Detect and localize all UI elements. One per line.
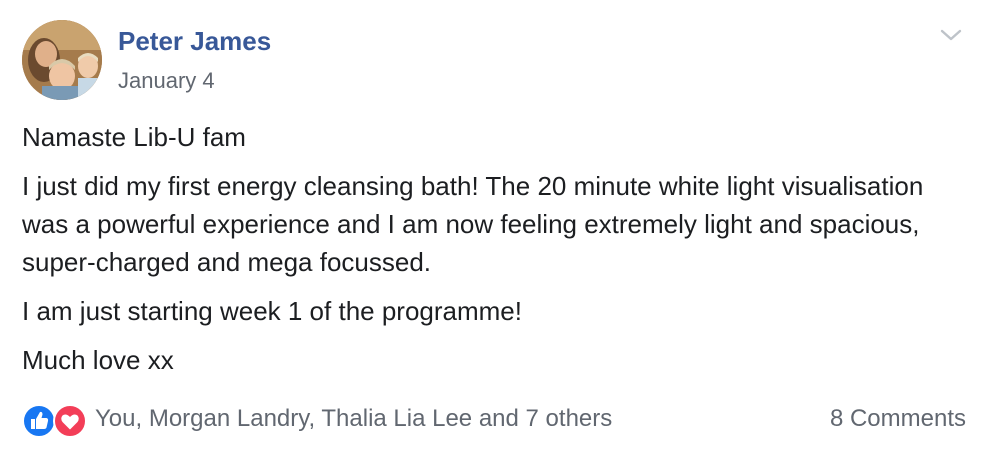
post-date[interactable]: January 4 [118, 68, 215, 94]
avatar-photo [22, 20, 102, 100]
post-footer: You, Morgan Landry, Thalia Lia Lee and 7… [22, 400, 966, 440]
author-name[interactable]: Peter James [118, 26, 271, 57]
post-header: Peter James January 4 [22, 20, 966, 102]
post-paragraph: I just did my first energy cleansing bat… [22, 171, 924, 277]
post-card: Peter James January 4 Namaste Lib-U fam … [0, 0, 986, 450]
avatar[interactable] [22, 20, 102, 100]
comments-count-link[interactable]: 8 Comments [830, 405, 966, 433]
post-paragraph: Namaste Lib-U fam [22, 122, 246, 152]
reactions-summary[interactable] [22, 404, 88, 438]
like-reaction-icon [22, 404, 56, 438]
chevron-down-icon[interactable] [936, 20, 966, 50]
post-message: Namaste Lib-U fam I just did my first en… [22, 118, 962, 390]
post-paragraph: I am just starting week 1 of the program… [22, 296, 522, 326]
post-paragraph: Much love xx [22, 345, 174, 375]
reactors-text[interactable]: You, Morgan Landry, Thalia Lia Lee and 7… [95, 405, 612, 433]
love-reaction-icon [53, 404, 87, 438]
